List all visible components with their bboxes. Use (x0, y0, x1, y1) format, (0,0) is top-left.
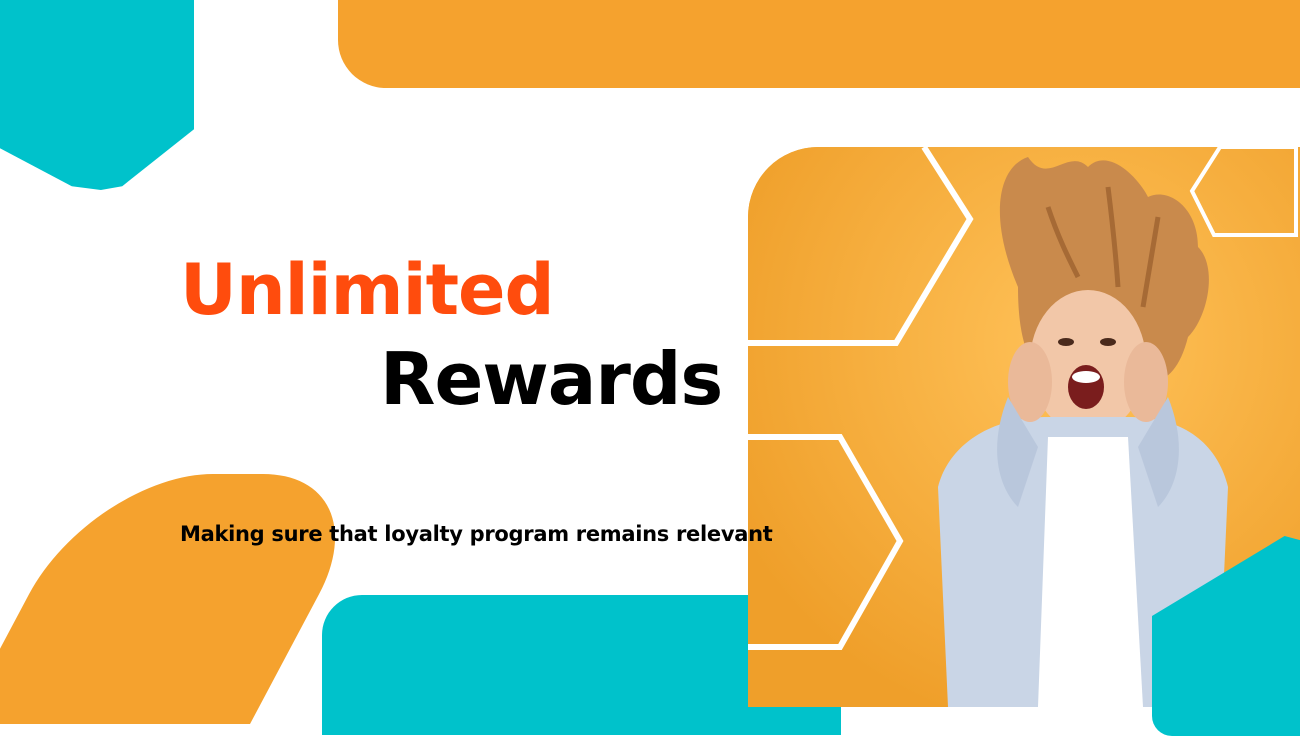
tagline-text: Making sure that loyalty program remains… (180, 522, 773, 546)
headline-unlimited: Unlimited (180, 249, 555, 331)
orange-top-bar-shape (338, 0, 1300, 88)
teal-hexagon-shape (0, 0, 194, 190)
headline-rewards: Rewards (380, 337, 723, 421)
